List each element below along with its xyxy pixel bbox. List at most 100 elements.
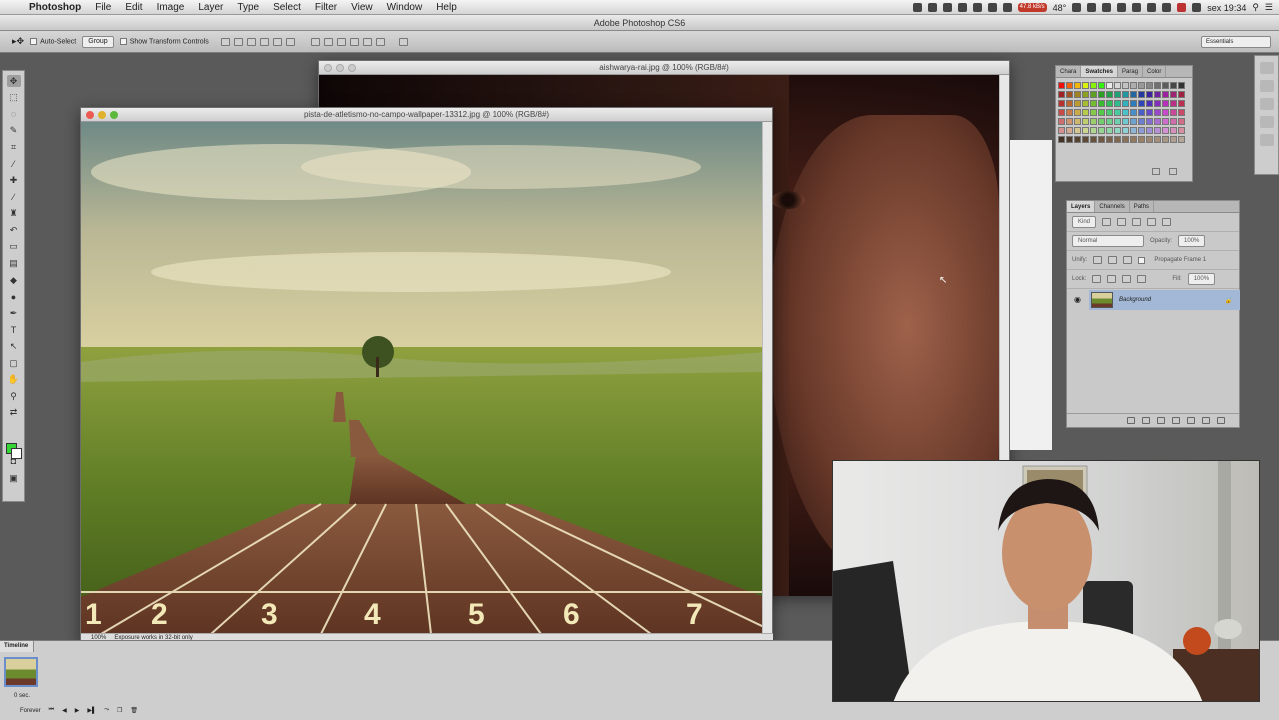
layer-row-background[interactable]: Background 🔒: [1089, 290, 1240, 310]
color-swatch[interactable]: [1170, 127, 1177, 134]
status-app-icon[interactable]: [927, 3, 937, 12]
opacity-field[interactable]: 100%: [1178, 235, 1206, 247]
flag-icon[interactable]: [1177, 3, 1187, 12]
color-swatch[interactable]: [1106, 109, 1113, 116]
distribute-right-icon[interactable]: [375, 37, 385, 46]
distribute-vcenter-icon[interactable]: [323, 37, 333, 46]
color-swatch[interactable]: [1162, 136, 1169, 143]
color-swatch[interactable]: [1082, 82, 1089, 89]
color-swatch[interactable]: [1154, 91, 1161, 98]
blur-tool-icon[interactable]: ◆: [7, 274, 21, 286]
quick-select-tool-icon[interactable]: ✎: [7, 125, 21, 137]
delete-layer-icon[interactable]: [1217, 417, 1225, 424]
tab-paragraph[interactable]: Parag: [1118, 66, 1144, 77]
visibility-eye-icon[interactable]: ◉: [1074, 295, 1081, 304]
add-mask-icon[interactable]: [1157, 417, 1165, 424]
tab-layers[interactable]: Layers: [1067, 201, 1096, 212]
align-left-icon[interactable]: [259, 37, 269, 46]
menu-edit[interactable]: Edit: [118, 0, 149, 15]
color-swatch[interactable]: [1170, 91, 1177, 98]
align-bottom-icon[interactable]: [246, 37, 256, 46]
bluetooth-icon[interactable]: [1162, 3, 1172, 12]
lock-pixels-icon[interactable]: [1107, 275, 1117, 283]
menu-select[interactable]: Select: [266, 0, 308, 15]
color-swatch[interactable]: [1154, 136, 1161, 143]
color-swatch[interactable]: [1130, 100, 1137, 107]
color-swatch[interactable]: [1170, 109, 1177, 116]
status-app-icon[interactable]: [972, 3, 982, 12]
screen-mode-icon[interactable]: ▣: [7, 472, 21, 484]
color-swatch[interactable]: [1170, 100, 1177, 107]
zoom-tool-icon[interactable]: ⚲: [7, 390, 21, 402]
weather-temp[interactable]: 48°: [1053, 3, 1067, 13]
tab-paths[interactable]: Paths: [1130, 201, 1155, 212]
tab-timeline[interactable]: Timeline: [0, 641, 34, 652]
color-swatch[interactable]: [1106, 136, 1113, 143]
color-swatch[interactable]: [1090, 136, 1097, 143]
document-canvas[interactable]: 1 2 3 4 5 6 7: [81, 122, 764, 634]
color-swatch[interactable]: [1058, 82, 1065, 89]
new-group-icon[interactable]: [1187, 417, 1195, 424]
color-swatch[interactable]: [1058, 136, 1065, 143]
dodge-tool-icon[interactable]: ●: [7, 291, 21, 303]
eraser-tool-icon[interactable]: ▭: [7, 241, 21, 253]
marquee-tool-icon[interactable]: ⬚: [7, 92, 21, 104]
color-swatch[interactable]: [1178, 100, 1185, 107]
color-swatch[interactable]: [1106, 127, 1113, 134]
status-app-icon[interactable]: [1072, 3, 1082, 12]
status-app-icon[interactable]: [957, 3, 967, 12]
distribute-hcenter-icon[interactable]: [362, 37, 372, 46]
menu-layer[interactable]: Layer: [191, 0, 230, 15]
color-swatch[interactable]: [1098, 100, 1105, 107]
status-app-icon[interactable]: [1087, 3, 1097, 12]
time-machine-icon[interactable]: [1147, 3, 1157, 12]
type-tool-icon[interactable]: T: [7, 324, 21, 336]
adjustments-icon[interactable]: [1259, 98, 1274, 110]
menu-image[interactable]: Image: [150, 0, 192, 15]
distribute-left-icon[interactable]: [349, 37, 359, 46]
vertical-scrollbar[interactable]: [762, 122, 772, 634]
color-swatch[interactable]: [1146, 118, 1153, 125]
color-swatch[interactable]: [1130, 82, 1137, 89]
color-swatch[interactable]: [1122, 91, 1129, 98]
menu-file[interactable]: File: [88, 0, 118, 15]
status-app-icon[interactable]: [912, 3, 922, 12]
color-swatch[interactable]: [1130, 91, 1137, 98]
color-swatch[interactable]: [1074, 91, 1081, 98]
color-swatch[interactable]: [1170, 136, 1177, 143]
play-icon[interactable]: ▶: [75, 707, 80, 714]
color-swatch[interactable]: [1066, 127, 1073, 134]
tween-icon[interactable]: ⤳: [104, 707, 109, 714]
history-brush-icon[interactable]: ↶: [7, 224, 21, 236]
color-swatch[interactable]: [1146, 127, 1153, 134]
lock-all-icon[interactable]: [1137, 275, 1147, 283]
brush-tool-icon[interactable]: ∕: [7, 191, 21, 203]
color-swatch[interactable]: [1082, 91, 1089, 98]
shape-tool-icon[interactable]: ▢: [7, 357, 21, 369]
filter-shape-icon[interactable]: [1147, 218, 1157, 226]
fill-field[interactable]: 100%: [1187, 273, 1216, 285]
color-swatch[interactable]: [1138, 82, 1145, 89]
color-swatch[interactable]: [1090, 91, 1097, 98]
delete-swatch-icon[interactable]: [1169, 168, 1177, 175]
color-swatch[interactable]: [1066, 100, 1073, 107]
lock-transparent-icon[interactable]: [1092, 275, 1102, 283]
color-swatch[interactable]: [1178, 118, 1185, 125]
color-swatch[interactable]: [1058, 100, 1065, 107]
color-swatch[interactable]: [1082, 118, 1089, 125]
document-title-bar[interactable]: aishwarya-rai.jpg @ 100% (RGB/8#): [319, 61, 1009, 75]
color-swatch[interactable]: [1098, 118, 1105, 125]
swap-colors-icon[interactable]: ⇄: [7, 407, 21, 419]
color-swatch[interactable]: [1154, 127, 1161, 134]
color-swatch[interactable]: [1146, 82, 1153, 89]
distribute-bottom-icon[interactable]: [336, 37, 346, 46]
color-swatch[interactable]: [1082, 100, 1089, 107]
color-swatch[interactable]: [1146, 109, 1153, 116]
color-swatch[interactable]: [1074, 82, 1081, 89]
color-swatch[interactable]: [1082, 109, 1089, 116]
color-swatch[interactable]: [1138, 91, 1145, 98]
link-layers-icon[interactable]: [1127, 417, 1135, 424]
color-swatch[interactable]: [1122, 127, 1129, 134]
color-swatch[interactable]: [1066, 118, 1073, 125]
clock[interactable]: sex 19:34: [1207, 3, 1246, 13]
